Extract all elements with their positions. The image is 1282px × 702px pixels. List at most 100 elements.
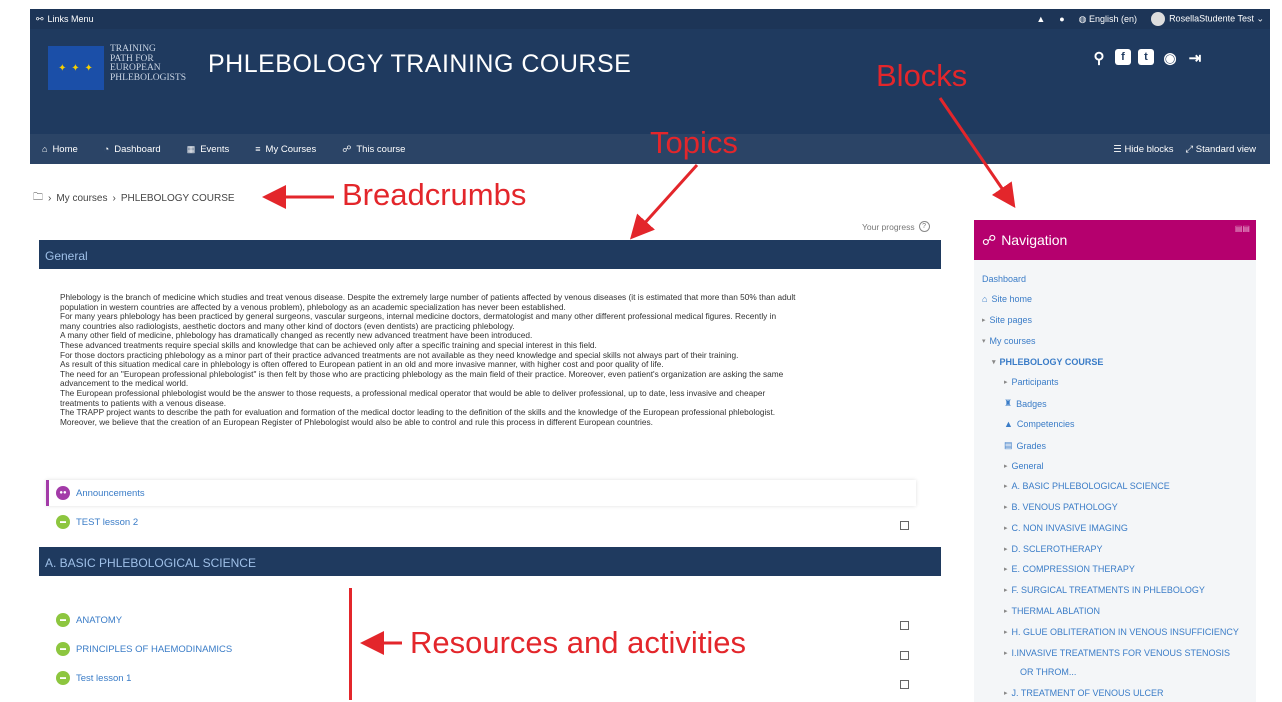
caret-right-icon: ▸ [1004, 546, 1008, 553]
grades-icon: ▤ [1004, 440, 1013, 450]
nav-my-courses[interactable]: ≡ My Courses [255, 144, 316, 155]
nav-item-grades[interactable]: ▤ Grades [1004, 440, 1046, 451]
nav-item-site-home[interactable]: ⌂ Site home [982, 294, 1032, 304]
lesson-icon: ▬ [56, 515, 70, 529]
breadcrumb-my-courses[interactable]: My courses [56, 193, 107, 204]
nav-item-my-courses[interactable]: ▾ My courses [982, 336, 1036, 346]
twitter-icon[interactable]: t [1138, 49, 1154, 65]
nav-item-label: OR THROM... [1020, 667, 1077, 677]
completion-checkbox[interactable] [900, 621, 909, 630]
course-progress: Your progress ? [862, 221, 930, 232]
help-icon[interactable]: ? [918, 221, 930, 232]
nav-item-section-f[interactable]: ▸ F. SURGICAL TREATMENTS IN PHLEBOLOGY [1004, 585, 1205, 595]
caret-right-icon: ▸ [1004, 463, 1008, 470]
section-a-header[interactable]: A. BASIC PHLEBOLOGICAL SCIENCE [39, 547, 941, 576]
nav-item-course[interactable]: ▾ PHLEBOLOGY COURSE [992, 357, 1103, 367]
completion-checkbox[interactable] [900, 651, 909, 660]
nav-item-participants[interactable]: ▸ Participants [1004, 377, 1059, 387]
search-icon[interactable]: ⚲ [1090, 49, 1108, 67]
summary-line: Moreover, we believe that the creation o… [60, 416, 653, 427]
language-selector[interactable]: ◍ English (en) [1079, 14, 1137, 25]
standard-view-button[interactable]: ⤢ Standard view [1186, 144, 1256, 155]
activity-anatomy[interactable]: ▬ ANATOMY [56, 613, 122, 627]
forum-icon: ●● [56, 486, 70, 500]
courses-icon: ≡ [255, 144, 261, 154]
user-menu[interactable]: RosellaStudente Test ⌄ [1151, 12, 1264, 26]
nav-label: Events [200, 143, 230, 155]
caret-down-icon: ▾ [982, 338, 986, 345]
block-controls-icon[interactable]: ▤▤ [1235, 224, 1250, 233]
logo-text: TRAINING PATH FOR EUROPEAN PHLEBOLOGISTS [110, 44, 186, 83]
nav-item-section-h[interactable]: ▸ H. GLUE OBLITERATION IN VENOUS INSUFFIC… [1004, 627, 1239, 637]
nav-item-section-b[interactable]: ▸ B. VENOUS PATHOLOGY [1004, 502, 1118, 512]
eu-flag-logo[interactable]: ✦ ✦ ✦ [48, 46, 104, 90]
summary-line: The need for an "European professional p… [60, 368, 784, 379]
caret-right-icon: ▸ [1004, 608, 1008, 615]
section-general-header[interactable]: General [39, 240, 941, 269]
nav-item-section-g[interactable]: ▸ THERMAL ABLATION [1004, 606, 1100, 616]
activity-label: Announcements [76, 487, 145, 499]
completion-checkbox[interactable] [900, 680, 909, 689]
annotation-breadcrumbs: Breadcrumbs [342, 177, 527, 212]
nav-item-general[interactable]: ▸ General [1004, 461, 1044, 471]
home-icon: ⌂ [42, 144, 48, 154]
links-menu[interactable]: ⚯ Links Menu [36, 14, 94, 25]
dashboard-icon: ◔ [103, 144, 110, 154]
globe-icon[interactable]: ◉ [1161, 49, 1179, 67]
nav-item-label: Grades [1016, 440, 1047, 451]
nav-item-section-j[interactable]: ▸ J. TREATMENT OF VENOUS ULCER [1004, 688, 1164, 698]
site-title: PHLEBOLOGY TRAINING COURSE [208, 50, 632, 78]
activity-test-lesson-2[interactable]: ▬ TEST lesson 2 [56, 515, 138, 529]
activity-test-lesson-1[interactable]: ▬ Test lesson 1 [56, 671, 131, 685]
breadcrumb-separator: › [112, 193, 116, 204]
home-icon: ⌂ [982, 294, 988, 304]
breadcrumb-course[interactable]: PHLEBOLOGY COURSE [121, 193, 235, 204]
nav-item-section-i[interactable]: ▸ I.INVASIVE TREATMENTS FOR VENOUS STENOS… [1004, 648, 1230, 658]
nav-item-section-e[interactable]: ▸ E. COMPRESSION THERAPY [1004, 564, 1135, 574]
nav-item-label: C. NON INVASIVE IMAGING [1011, 523, 1128, 533]
breadcrumb: 🗀 › My courses › PHLEBOLOGY COURSE [33, 190, 235, 207]
nav-item-site-pages[interactable]: ▸ Site pages [982, 315, 1032, 325]
lesson-icon: ▬ [56, 671, 70, 685]
sitemap-icon: ☍ [982, 231, 997, 248]
nav-item-competencies[interactable]: ▲ Competencies [1004, 419, 1074, 429]
nav-item-label: Participants [1011, 377, 1059, 387]
site-header: ✦ ✦ ✦ TRAINING PATH FOR EUROPEAN PHLEBOL… [30, 29, 1270, 134]
nav-item-label: B. VENOUS PATHOLOGY [1011, 502, 1118, 512]
notifications-icon[interactable]: ▲ [1036, 14, 1045, 24]
nav-item-section-c[interactable]: ▸ C. NON INVASIVE IMAGING [1004, 523, 1128, 533]
nav-item-label: Competencies [1016, 419, 1075, 429]
nav-item-badges[interactable]: ♜ Badges [1004, 398, 1047, 409]
nav-item-dashboard[interactable]: Dashboard [982, 274, 1026, 284]
links-menu-label: Links Menu [47, 14, 94, 24]
logout-icon[interactable]: ⇥ [1186, 49, 1204, 67]
messages-icon[interactable]: ● [1059, 14, 1064, 24]
nav-item-section-d[interactable]: ▸ D. SCLEROTHERAPY [1004, 544, 1103, 554]
badge-icon: ♜ [1004, 398, 1013, 408]
facebook-icon[interactable]: f [1115, 49, 1131, 65]
nav-item-label: Badges [1016, 398, 1047, 409]
hide-blocks-label: Hide blocks [1124, 143, 1174, 155]
nav-item-section-i-cont[interactable]: OR THROM... [1020, 667, 1076, 677]
caret-right-icon: ▸ [1004, 504, 1008, 511]
competencies-icon: ▲ [1004, 419, 1013, 429]
activity-haemodinamics[interactable]: ▬ PRINCIPLES OF HAEMODINAMICS [56, 642, 232, 656]
nav-home[interactable]: ⌂ Home [42, 144, 78, 155]
folder-icon[interactable]: 🗀 [33, 190, 43, 207]
nav-events[interactable]: ▦ Events [187, 144, 230, 155]
completion-checkbox[interactable] [900, 521, 909, 530]
nav-dashboard[interactable]: ◔ Dashboard [104, 144, 161, 155]
nav-item-label: J. TREATMENT OF VENOUS ULCER [1011, 688, 1164, 698]
nav-this-course[interactable]: ☍ This course [342, 144, 405, 155]
nav-item-section-a[interactable]: ▸ A. BASIC PHLEBOLOGICAL SCIENCE [1004, 481, 1170, 491]
nav-item-label: General [1011, 461, 1044, 471]
language-label: English (en) [1089, 13, 1138, 24]
nav-item-label: H. GLUE OBLITERATION IN VENOUS INSUFFICI… [1011, 627, 1239, 637]
nav-right: ☰ Hide blocks ⤢ Standard view [1113, 144, 1270, 155]
activity-announcements[interactable]: ●● Announcements [56, 486, 145, 500]
hide-blocks-button[interactable]: ☰ Hide blocks [1113, 144, 1173, 155]
nav-item-label: Site pages [989, 315, 1033, 325]
user-area: ▲ ● ◍ English (en) RosellaStudente Test … [1036, 12, 1264, 26]
activity-label: ANATOMY [76, 614, 123, 626]
annotation-resources: Resources and activities [410, 625, 746, 660]
